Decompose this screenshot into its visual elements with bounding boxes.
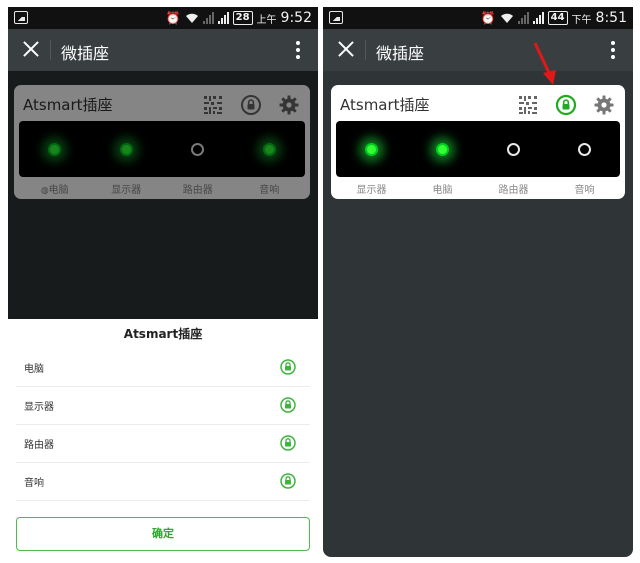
sheet-row-outlet[interactable]: 电脑 xyxy=(16,349,310,387)
sheet-row-outlet[interactable]: 音响 xyxy=(16,463,310,501)
nav-divider xyxy=(50,40,51,60)
red-arrow-annotation xyxy=(533,42,556,85)
battery-level: 44 xyxy=(547,11,568,25)
outlet-toggle-2[interactable] xyxy=(407,121,478,177)
outlet-toggle-4[interactable] xyxy=(549,121,620,177)
battery-level: 28 xyxy=(232,11,253,25)
signal-icon-sim1 xyxy=(517,12,529,24)
close-icon[interactable] xyxy=(20,38,42,60)
sheet-title: Atsmart插座 xyxy=(123,327,203,341)
lock-icon[interactable] xyxy=(280,435,296,451)
device-card: Atsmart插座 显示器 电脑 路由器 音响 xyxy=(331,85,625,199)
outlet-strip xyxy=(336,121,620,177)
status-bar: ⏰ 44 下午 8:51 xyxy=(323,7,633,29)
outlet-toggle-1[interactable] xyxy=(336,121,407,177)
sheet-row-outlet[interactable]: 路由器 xyxy=(16,425,310,463)
modal-backdrop[interactable] xyxy=(8,71,318,319)
outlet-label: 音响 xyxy=(574,185,595,196)
nav-bar: 微插座 xyxy=(8,29,318,71)
outlet-label: 电脑 xyxy=(432,185,453,196)
nav-divider xyxy=(365,40,366,60)
wifi-icon xyxy=(500,13,513,23)
sheet-row-label: 显示器 xyxy=(24,402,54,413)
device-title: Atsmart插座 xyxy=(340,96,430,114)
lock-icon[interactable] xyxy=(280,397,296,413)
phone-screen-right: ⏰ 44 下午 8:51 微插座 Atsmart插座 显示器 电脑 路由器 音响 xyxy=(323,7,633,557)
gear-icon[interactable] xyxy=(593,94,615,116)
sheet-row-label: 路由器 xyxy=(24,440,54,451)
clock-ampm: 下午 xyxy=(571,14,592,26)
clock-time: 8:51 xyxy=(595,10,627,26)
alarm-icon: ⏰ xyxy=(165,11,181,25)
outlet-label: 路由器 xyxy=(498,185,529,196)
more-menu-icon[interactable] xyxy=(603,39,623,61)
signal-icon-sim2 xyxy=(217,12,229,24)
wifi-icon xyxy=(185,13,198,23)
page-title: 微插座 xyxy=(376,44,425,63)
signal-icon-sim2 xyxy=(532,12,544,24)
gallery-notification-icon xyxy=(329,11,343,24)
sheet-row-outlet[interactable]: 显示器 xyxy=(16,387,310,425)
outlet-label: 显示器 xyxy=(356,185,387,196)
clock-ampm: 上午 xyxy=(256,14,277,26)
nav-bar: 微插座 xyxy=(323,29,633,71)
clock-time: 9:52 xyxy=(280,10,312,26)
lock-icon-active[interactable] xyxy=(555,94,577,116)
outlet-toggle-3[interactable] xyxy=(478,121,549,177)
alarm-icon: ⏰ xyxy=(480,11,496,25)
more-menu-icon[interactable] xyxy=(288,39,308,61)
qr-code-icon[interactable] xyxy=(517,94,539,116)
lock-icon[interactable] xyxy=(280,473,296,489)
sheet-row-label: 电脑 xyxy=(24,364,44,375)
signal-icon-sim1 xyxy=(202,12,214,24)
status-bar: ⏰ 28 上午 9:52 xyxy=(8,7,318,29)
close-icon[interactable] xyxy=(335,38,357,60)
confirm-button[interactable]: 确定 xyxy=(16,517,310,551)
phone-screen-left: ⏰ 28 上午 9:52 微插座 Atsmart插座 ◍电脑 显示器 路由器 音… xyxy=(8,7,318,557)
lock-settings-sheet: Atsmart插座 电脑 显示器 路由器 音响 确定 xyxy=(8,319,318,557)
page-title: 微插座 xyxy=(61,44,110,63)
lock-icon[interactable] xyxy=(280,359,296,375)
sheet-row-label: 音响 xyxy=(24,478,44,489)
gallery-notification-icon xyxy=(14,11,28,24)
